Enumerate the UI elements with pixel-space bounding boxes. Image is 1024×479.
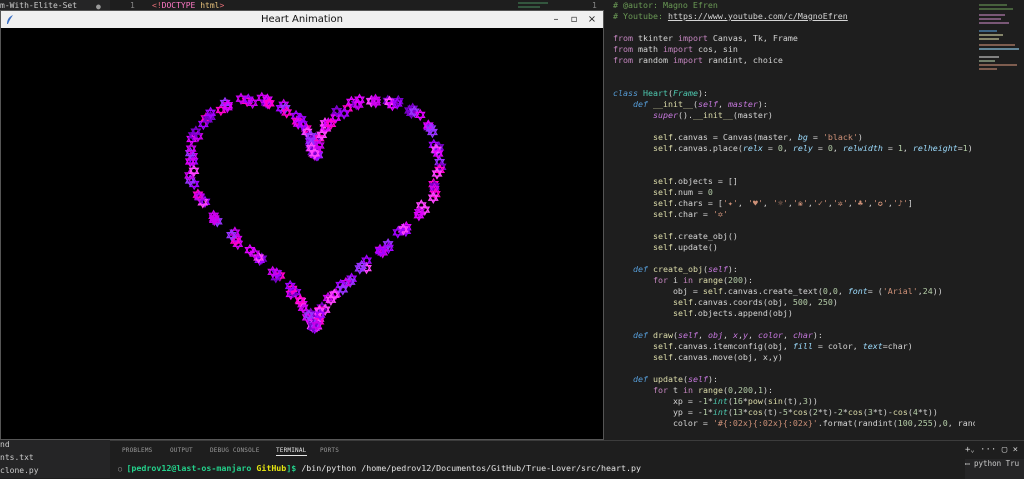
tab-terminal[interactable]: TERMINAL [276,447,307,456]
code-line: def __init__(self, master): [632,99,768,109]
code-line: self.char = '✡' [652,209,728,219]
prompt-dir: GitHub [256,463,287,473]
code-line: class Heart(Frame): [613,88,708,98]
code-line: def create_obj(self): [632,264,738,274]
code-line: self.num = 0 [652,187,713,197]
terminal-command: /bin/python /home/pedrov12/Documentos/Gi… [301,463,641,473]
python-editor[interactable]: # @autor: Magno Efren # Youtube: https:/… [605,0,975,440]
terminal-icon: ▭ [965,459,970,468]
minimize-button[interactable]: – [547,11,565,28]
code-line: self.canvas.place(relx = 0, rely = 0, re… [652,143,973,153]
terminal-entry-suffix: Tru [1005,459,1020,468]
code-line: self.canvas.itemconfig(obj, fill = color… [652,341,913,351]
python-minimap[interactable] [975,0,1024,440]
terminal-panel: PROBLEMS OUTPUT DEBUG CONSOLE TERMINAL P… [110,440,1024,479]
tab-problems[interactable]: PROBLEMS [122,447,153,454]
tab-debug-console[interactable]: DEBUG CONSOLE [210,447,260,454]
prompt-user: [pedrov12@last-os-manjaro [126,463,252,473]
terminal-list[interactable]: ▭ python Tru [965,459,1024,479]
ellipsis-icon[interactable]: ··· [980,445,996,455]
heart-animation-window: Heart Animation – ▫ × [0,10,604,440]
code-line: for i in range(200): [652,275,753,285]
panel-actions: +⌄ ··· ▢ × [965,445,1018,455]
maximize-button[interactable]: ▫ [565,11,583,28]
close-button[interactable]: × [583,11,601,28]
code-line: from tkinter import Canvas, Tk, Frame [613,33,798,43]
code-line: color = '#{:02x}{:02x}{:02x}'.format(ran… [613,418,975,428]
code-line: def update(self): [632,374,718,384]
youtube-link[interactable]: https://www.youtube.com/c/MagnoEfren [668,11,848,21]
heart-canvas [184,91,447,335]
heart-glyph [244,243,256,257]
tab-output[interactable]: OUTPUT [170,447,193,454]
code-line: def draw(self, obj, x,y, color, char): [632,330,823,340]
code-line: self.create_obj() [652,231,738,241]
code-line: from random import randint, choice [613,55,783,65]
window-titlebar[interactable]: Heart Animation – ▫ × [1,11,603,28]
terminal-prompt-line[interactable]: ○ [pedrov12@last-os-manjaro GitHub]$ /bi… [118,463,641,473]
code-line: self.objects = [] [652,176,738,186]
window-title: Heart Animation [261,14,343,25]
code-line: self.chars = ['✦', '♥', '☼','❀','✓','✲',… [652,198,913,208]
chevron-down-icon[interactable]: ⌄ [970,446,974,454]
code-line: obj = self.canvas.create_text(0,0, font=… [613,286,943,296]
terminal-entry-label[interactable]: python [974,459,1001,468]
explorer-file-item[interactable]: nts.txt [0,453,34,462]
code-line: for t in range(0,200,1): [652,385,773,395]
tab-ports[interactable]: PORTS [320,447,339,454]
code-line: self.canvas = Canvas(master, bg = 'black… [652,132,863,142]
heart-glyph [427,191,439,204]
code-line: from math import cos, sin [613,44,738,54]
code-line: # Youtube: https://www.youtube.com/c/Mag… [613,11,848,21]
prompt-end: ]$ [286,463,302,473]
explorer-file-item[interactable]: clone.py [0,466,39,475]
explorer-file-item[interactable]: nd [0,440,10,449]
code-line: # @autor: Magno Efren [613,0,718,10]
code-line: self.canvas.move(obj, x,y) [652,352,783,362]
code-line: self.objects.append(obj) [672,308,793,318]
code-line: self.canvas.coords(obj, 500, 250) [672,297,838,307]
code-line: super().__init__(master) [652,110,773,120]
maximize-panel-icon[interactable]: ▢ [1002,445,1007,455]
heart-glyph [188,164,200,178]
close-panel-icon[interactable]: × [1013,445,1018,455]
code-line: self.update() [652,242,718,252]
code-line: yp = -1*int(13*cos(t)-5*cos(2*t)-2*cos(3… [613,407,938,417]
code-line: xp = -1*int(16*pow(sin(t),3)) [613,396,818,406]
